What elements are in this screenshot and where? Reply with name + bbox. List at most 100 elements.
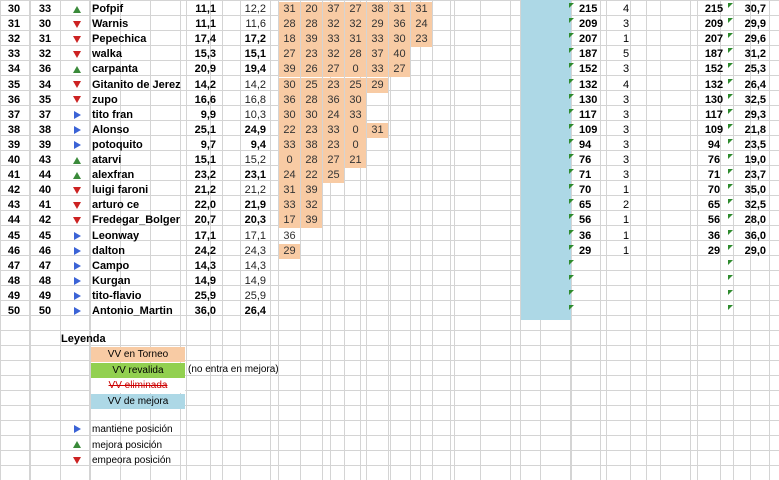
total-repeat-cell: 65 xyxy=(707,199,721,212)
comment-marker-icon xyxy=(728,184,733,190)
table-row[interactable]: 42 40 luigi faroni 21,2 21,2 31 39 70 1 70 35,0 xyxy=(0,183,779,199)
handicap-cell: 15,1 xyxy=(194,154,216,166)
vv-score-cell: 39 xyxy=(279,62,300,78)
legend-swatch: VV en Torneo xyxy=(91,347,185,362)
previous-position-cell: 45 xyxy=(38,229,52,242)
total-repeat-cell: 94 xyxy=(707,138,721,151)
table-row[interactable]: 50 50 Antonio_Martin 36,0 26,4 xyxy=(0,304,779,319)
count-cell: 3 xyxy=(622,93,630,106)
handicap-cell: 16,6 xyxy=(194,93,216,106)
total-repeat-cell: 207 xyxy=(704,33,724,46)
total-repeat-cell: 36 xyxy=(707,229,721,242)
up-arrow-icon xyxy=(70,2,84,17)
position-cell: 33 xyxy=(7,48,21,61)
table-row[interactable]: 45 45 Leonway 17,1 17,1 36 36 1 36 36,0 xyxy=(0,229,779,244)
total-cell: 215 xyxy=(579,3,598,15)
vv-score-cell: 36 xyxy=(389,17,410,33)
average-cell: 23,5 xyxy=(744,138,766,151)
total-repeat-cell xyxy=(700,259,728,274)
average-cell: 19,0 xyxy=(744,154,766,166)
table-row[interactable]: 47 47 Campo 14,3 14,3 xyxy=(0,259,779,274)
vv-score-cell: 0 xyxy=(345,122,366,138)
vv-score-cell: 31 xyxy=(345,32,366,48)
table-row[interactable]: 41 44 alexfran 23,2 23,1 24 22 25 71 3 71 23,7 xyxy=(0,168,779,184)
previous-position-cell: 30 xyxy=(38,18,52,31)
total-cell: 130 xyxy=(579,93,598,106)
comment-marker-icon xyxy=(728,33,733,39)
table-row[interactable]: 32 31 Pepechica 17,4 17,2 18 39 33 31 33 30 23 207 1 2… xyxy=(0,32,779,48)
table-row[interactable]: 48 48 Kurgan 14,9 14,9 xyxy=(0,274,779,289)
handicap-cell: 14,3 xyxy=(194,259,216,272)
down-arrow-icon xyxy=(70,47,84,62)
table-row[interactable]: 37 37 tito fran 9,9 10,3 30 30 24 33 117 3 117 29,3 xyxy=(0,107,779,123)
player-name: arturo ce xyxy=(92,199,140,212)
table-row[interactable]: 49 49 tito-flavio 25,9 25,9 xyxy=(0,289,779,304)
count-cell: 1 xyxy=(622,229,630,242)
vv-score-cell: 39 xyxy=(301,213,322,229)
table-row[interactable]: 33 32 walka 15,3 15,1 27 23 32 28 37 40 187 5 187 31,2 xyxy=(0,47,779,63)
vv-score-cell: 27 xyxy=(389,62,410,78)
vv-score-cell: 28 xyxy=(279,17,300,33)
table-row[interactable]: 46 46 dalton 24,2 24,3 29 29 1 29 29,0 xyxy=(0,243,779,259)
vv-score-cell: 26 xyxy=(301,62,322,78)
handicap-new-cell: 17,2 xyxy=(244,33,266,46)
comment-marker-icon xyxy=(569,244,574,250)
vv-score-cell: 36 xyxy=(323,92,344,108)
total-repeat-cell: 109 xyxy=(704,123,724,136)
table-row[interactable]: 39 39 potoquito 9,7 9,4 33 38 23 0 94 3 94 23,5 xyxy=(0,137,779,153)
table-row[interactable]: 34 36 carpanta 20,9 19,4 39 26 27 0 33 27 152 3 152 25… xyxy=(0,62,779,78)
previous-position-cell: 35 xyxy=(38,93,52,106)
vv-score-cell: 23 xyxy=(323,77,344,93)
handicap-cell: 22,0 xyxy=(194,199,216,212)
table-row[interactable]: 43 41 arturo ce 22,0 21,9 33 32 65 2 65 32,5 xyxy=(0,198,779,214)
down-arrow-icon xyxy=(70,213,84,228)
comment-marker-icon xyxy=(569,169,574,175)
vv-score-cell: 33 xyxy=(323,122,344,138)
comment-marker-icon xyxy=(728,289,733,295)
table-row[interactable]: 38 38 Alonso 25,1 24,9 22 23 33 0 31 109 3 109 21,8 xyxy=(0,122,779,138)
table-row[interactable]: 35 34 Gitanito de Jerez 14,2 14,2 30 25 23 25 29 1… xyxy=(0,77,779,93)
comment-marker-icon xyxy=(569,289,574,295)
comment-marker-icon xyxy=(728,18,733,24)
table-row[interactable]: 31 30 Warnis 11,1 11,6 28 28 32 32 29 36 24 209 3 209 2… xyxy=(0,17,779,33)
vv-score-cell: 32 xyxy=(323,17,344,33)
table-row[interactable]: 30 33 Pofpif 11,1 12,2 31 20 37 27 38 31 31 215 4 215 3… xyxy=(0,2,779,17)
vv-score-cell: 30 xyxy=(279,77,300,93)
comment-marker-icon xyxy=(728,169,733,175)
vv-score-cell: 25 xyxy=(301,77,322,93)
comment-marker-icon xyxy=(569,33,574,39)
comment-marker-icon xyxy=(728,138,733,144)
total-repeat-cell: 130 xyxy=(704,93,724,106)
position-cell: 30 xyxy=(7,3,21,15)
previous-position-cell: 37 xyxy=(38,108,52,121)
total-cell: 56 xyxy=(579,214,592,227)
previous-position-cell: 47 xyxy=(38,259,52,272)
total-cell: 152 xyxy=(579,63,598,76)
player-name: Pepechica xyxy=(92,33,147,46)
right-arrow-icon xyxy=(70,259,84,274)
total-repeat-cell: 71 xyxy=(707,169,721,182)
count-cell: 2 xyxy=(622,199,630,212)
comment-marker-icon xyxy=(569,274,574,280)
table-row[interactable]: 36 35 zupo 16,6 16,8 36 28 36 30 130 3 130 32,5 xyxy=(0,92,779,108)
down-arrow-icon xyxy=(70,78,84,93)
position-cell: 40 xyxy=(7,154,21,166)
handicap-new-cell: 16,8 xyxy=(244,93,266,106)
player-name: atarvi xyxy=(92,154,122,166)
handicap-new-cell: 14,3 xyxy=(244,259,266,272)
total-cell: 132 xyxy=(579,78,598,91)
down-arrow-icon xyxy=(70,198,84,213)
comment-marker-icon xyxy=(569,154,574,159)
table-row[interactable]: 44 42 Fredegar_Bolger 20,7 20,3 17 39 56 1 56 28,0 xyxy=(0,213,779,229)
position-cell: 37 xyxy=(7,108,21,121)
vv-score-cell: 28 xyxy=(301,153,322,168)
player-name: Campo xyxy=(92,259,130,272)
handicap-cell: 21,2 xyxy=(194,184,216,197)
comment-marker-icon xyxy=(728,108,733,114)
vv-score-cell: 30 xyxy=(389,32,410,48)
table-row[interactable]: 40 43 atarvi 15,1 15,2 0 28 27 21 76 3 76 19,0 xyxy=(0,153,779,168)
vv-score-cell: 39 xyxy=(301,32,322,48)
legend-indicator-label: empeora posición xyxy=(92,455,171,466)
player-name: Leonway xyxy=(92,229,140,242)
previous-position-cell: 49 xyxy=(38,289,52,302)
